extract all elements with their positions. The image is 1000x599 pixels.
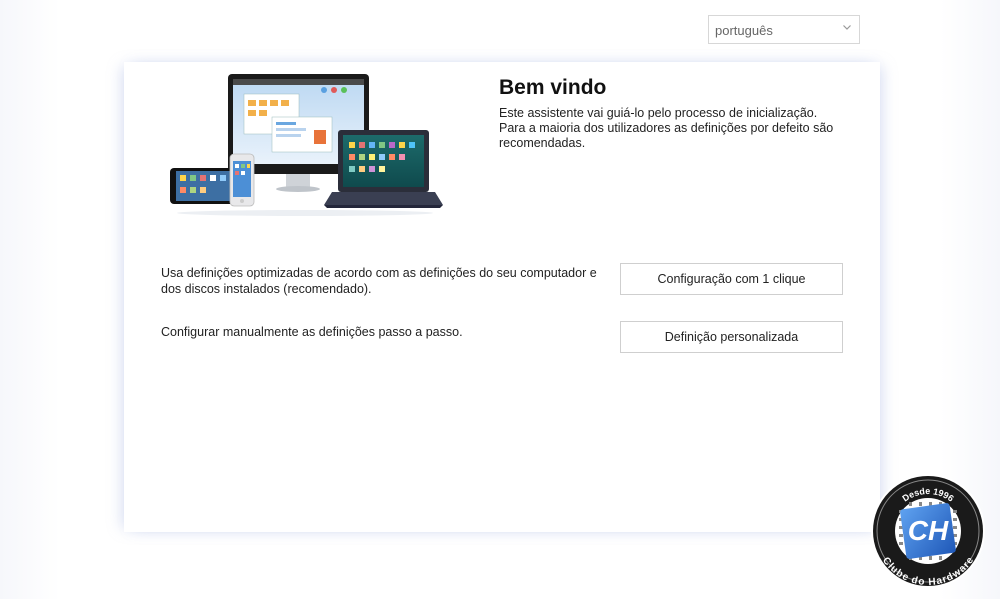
clube-do-hardware-watermark: CH Desde 1996 Clube do Hardware	[871, 474, 985, 588]
devices-illustration	[170, 74, 443, 216]
one-click-setup-button[interactable]: Configuração com 1 clique	[620, 263, 843, 295]
language-select-value: português	[715, 23, 773, 38]
custom-setup-description: Configurar manualmente as definições pas…	[161, 325, 463, 339]
custom-setup-button[interactable]: Definição personalizada	[620, 321, 843, 353]
welcome-description: Este assistente vai guiá-lo pelo process…	[499, 106, 834, 150]
one-click-description: Usa definições optimizadas de acordo com…	[161, 266, 597, 296]
chevron-down-icon	[843, 25, 851, 30]
language-select[interactable]: português	[708, 15, 860, 44]
page-title: Bem vindo	[499, 76, 607, 99]
watermark-logo-text: CH	[908, 515, 949, 546]
